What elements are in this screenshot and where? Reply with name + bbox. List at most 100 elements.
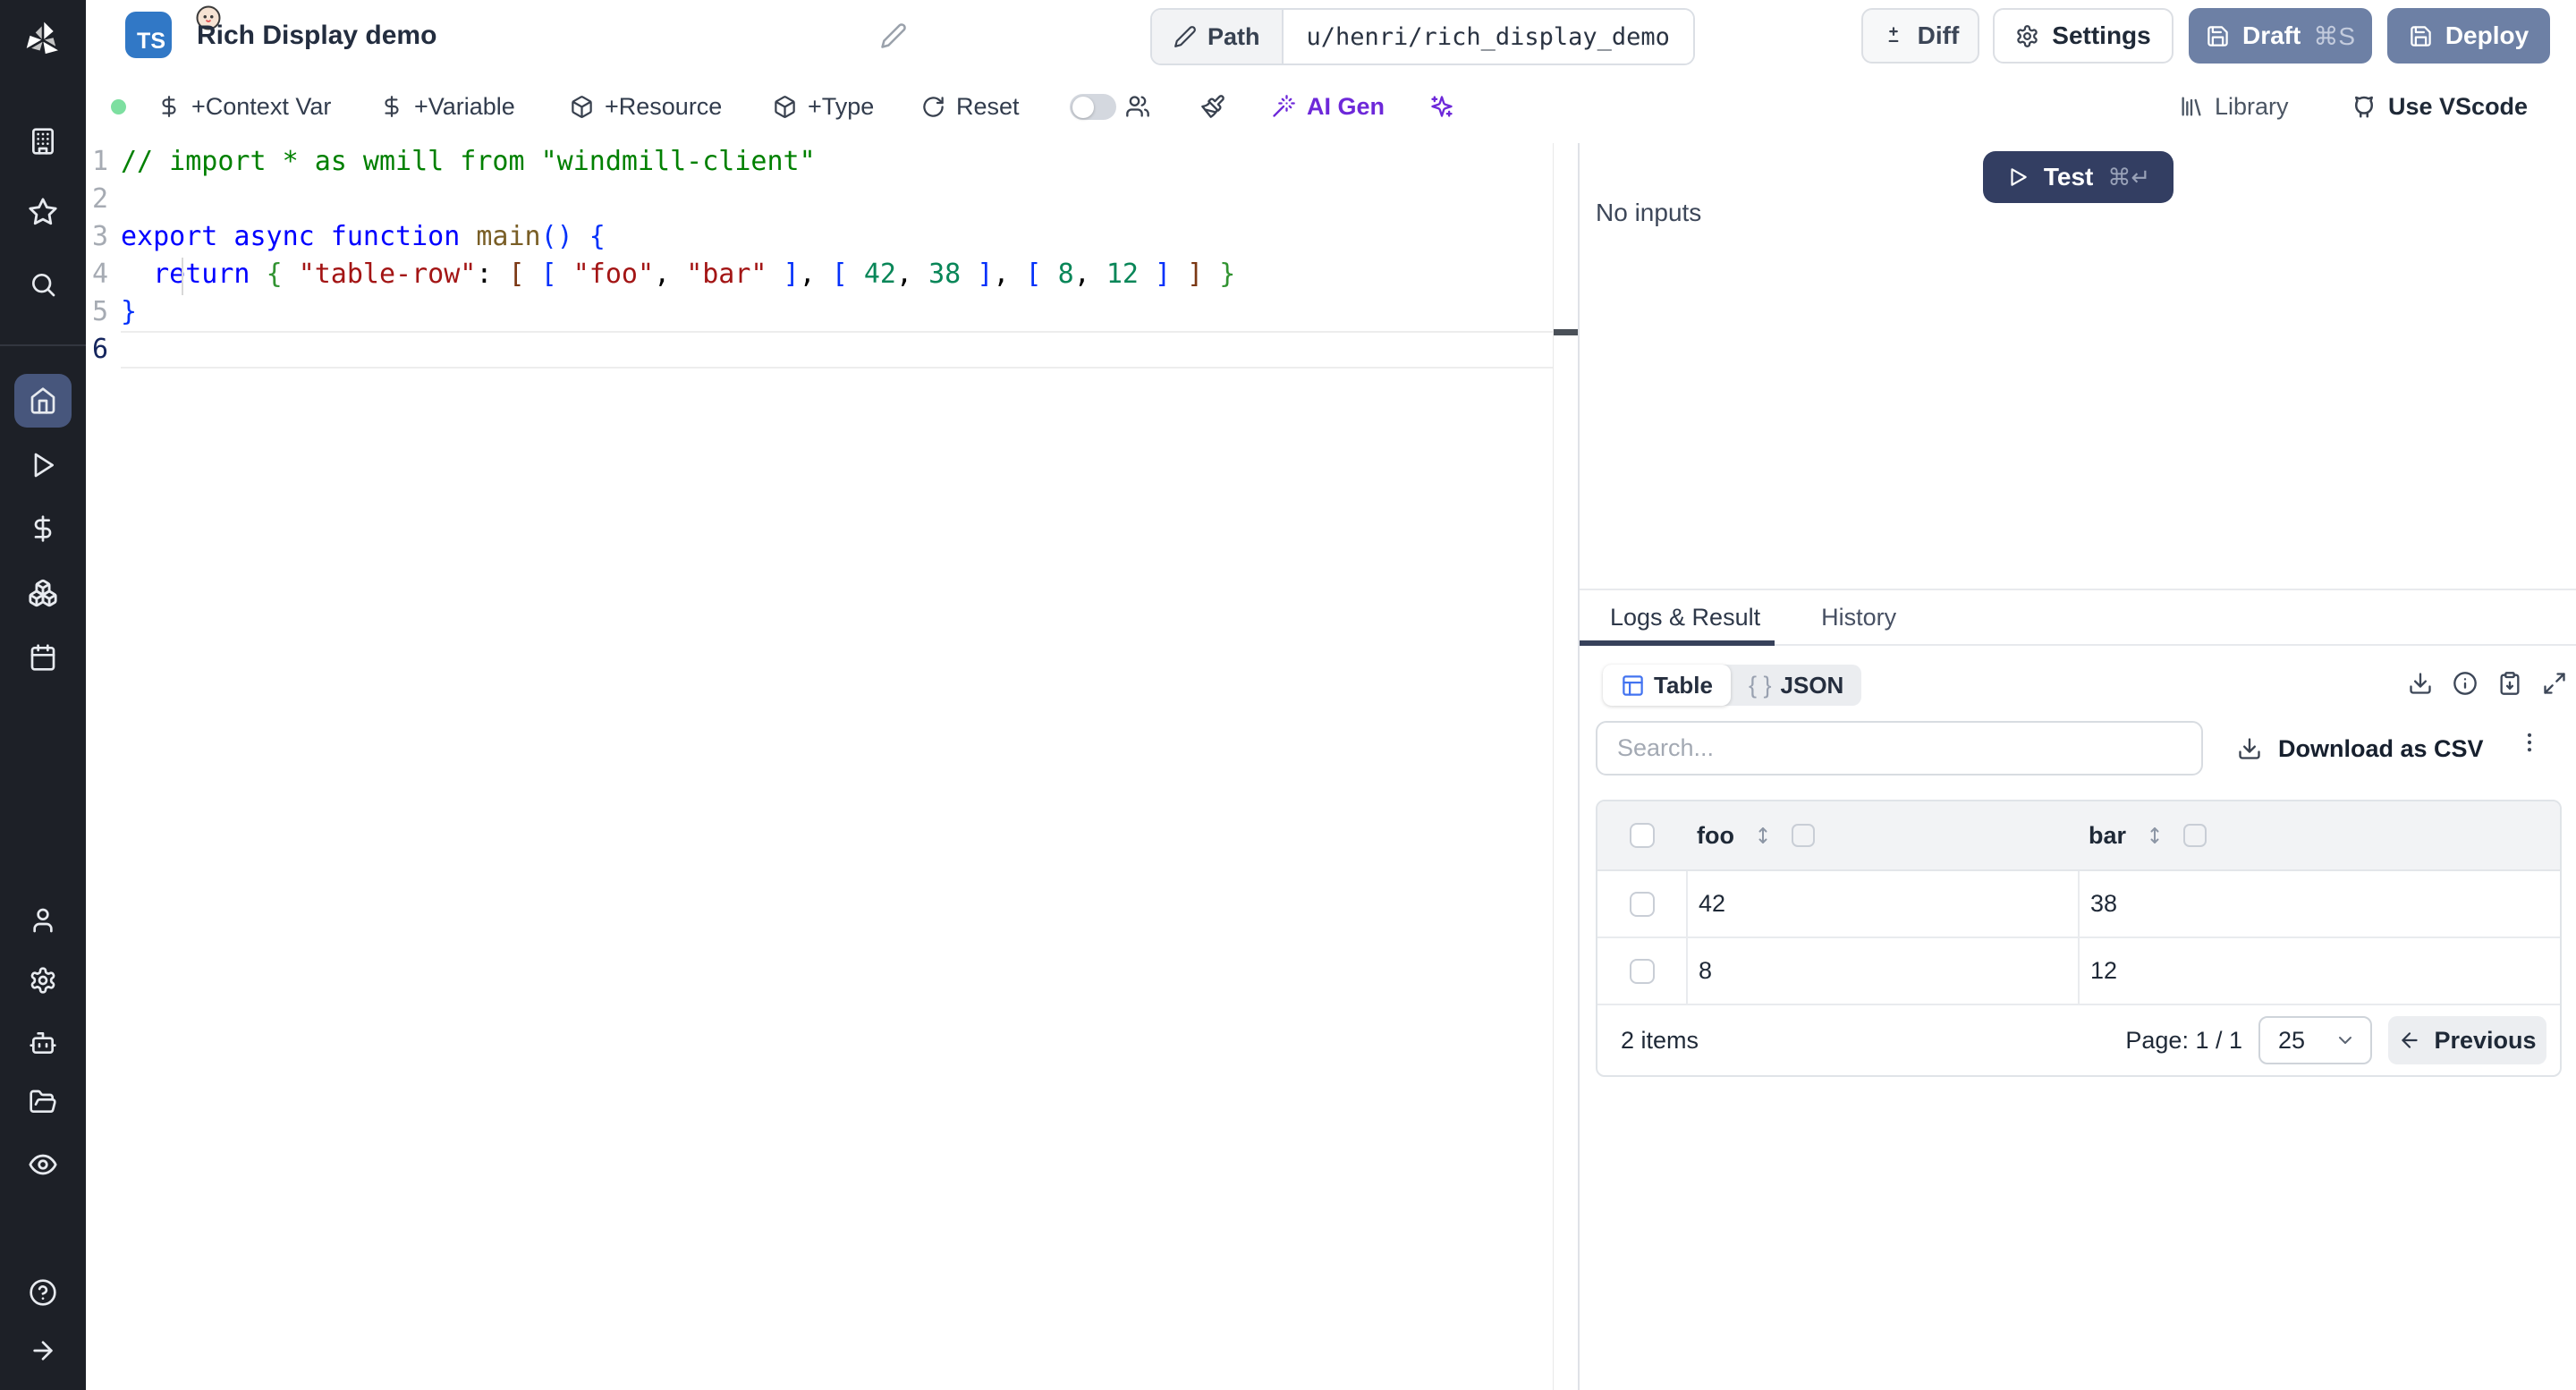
table-row: 8 12 <box>1597 938 2560 1005</box>
edit-title-pencil-icon[interactable] <box>880 22 907 49</box>
row-checkbox[interactable] <box>1629 958 1655 984</box>
code-line[interactable]: 5} <box>86 293 1578 331</box>
search-icon <box>29 270 57 299</box>
sidebar-item-favorites[interactable] <box>0 183 86 241</box>
sidebar-item-home[interactable] <box>0 372 86 429</box>
header: TS Rich Display demo Path u/henri/rich_d… <box>86 0 2576 73</box>
windmill-logo[interactable] <box>20 17 66 64</box>
sidebar-item-help[interactable] <box>0 1264 86 1321</box>
column-header-foo: foo <box>1697 821 1734 849</box>
sidebar-item-settings[interactable] <box>0 952 86 1009</box>
library-icon <box>2179 94 2204 119</box>
sort-icon[interactable] <box>2144 825 2165 846</box>
table-body: 42 38 8 12 <box>1597 871 2560 1005</box>
path-field[interactable]: Path u/henri/rich_display_demo <box>1150 8 1695 65</box>
format-button[interactable] <box>1200 72 1225 141</box>
code-line[interactable]: 6 <box>86 331 1578 369</box>
code-line[interactable]: 4 return { "table-row": [ [ "foo", "bar"… <box>86 256 1578 293</box>
deploy-button[interactable]: Deploy <box>2387 8 2550 64</box>
package-icon <box>570 95 594 119</box>
code-line[interactable]: 3 export async function main() { <box>86 218 1578 256</box>
info-icon[interactable] <box>2453 671 2478 696</box>
star-icon <box>28 197 58 227</box>
play-icon <box>29 451 57 479</box>
sidebar-item-variables[interactable] <box>0 500 86 557</box>
use-vscode-button[interactable]: Use VScode <box>2351 72 2528 141</box>
sparkles-icon-button[interactable] <box>1429 72 1454 141</box>
table-footer: 2 items Page: 1 / 1 25 Previous <box>1597 1005 2560 1075</box>
code-text: // import * as wmill from "windmill-clie… <box>121 146 816 177</box>
bracket-pair-guide <box>182 258 183 295</box>
language-label: TS <box>137 29 165 54</box>
building-icon <box>29 127 57 156</box>
sidebar-item-search[interactable] <box>0 256 86 313</box>
add-resource-button[interactable]: +Resource <box>570 72 722 141</box>
code-text: return { "table-row": [ [ "foo", "bar" ]… <box>153 259 1236 290</box>
test-button[interactable]: Test ⌘↵ <box>1983 151 2174 203</box>
add-context-var-button[interactable]: +Context Var <box>157 72 331 141</box>
line-number: 6 <box>91 334 108 365</box>
code-line[interactable]: 2 <box>86 181 1578 218</box>
reset-button[interactable]: Reset <box>921 72 1020 141</box>
library-button[interactable]: Library <box>2179 72 2289 141</box>
typescript-badge: TS <box>125 5 221 58</box>
sidebar-item-users[interactable] <box>0 892 86 949</box>
code-editor[interactable]: 1 // import * as wmill from "windmill-cli… <box>86 143 1578 1390</box>
sidebar-item-runs[interactable] <box>0 436 86 494</box>
add-type-button[interactable]: +Type <box>773 72 874 141</box>
cubes-icon <box>28 578 58 608</box>
view-switcher: Table { } JSON <box>1603 665 1862 706</box>
page-size-select[interactable]: 25 <box>2258 1016 2372 1064</box>
sidebar-item-workspace[interactable] <box>0 113 86 170</box>
page-indicator: Page: 1 / 1 <box>2125 1026 2242 1054</box>
package-icon <box>773 95 797 119</box>
right-panel: Test ⌘↵ No inputs Logs & Result History … <box>1580 143 2576 1390</box>
code-line[interactable]: 1 // import * as wmill from "windmill-cli… <box>86 143 1578 181</box>
home-icon <box>29 386 57 415</box>
sidebar-item-resources[interactable] <box>0 564 86 622</box>
magic-wand-icon <box>1271 94 1296 119</box>
sidebar-item-workers[interactable] <box>0 1014 86 1072</box>
clipboard-copy-icon[interactable] <box>2497 671 2522 696</box>
pencil-icon <box>1174 25 1197 48</box>
view-table-button[interactable]: Table <box>1603 665 1731 706</box>
diff-mode-toggle[interactable] <box>1070 94 1116 120</box>
cell-foo: 42 <box>1699 890 1726 917</box>
row-checkbox[interactable] <box>1629 891 1655 917</box>
download-csv-button[interactable]: Download as CSV <box>2237 725 2484 773</box>
multiplayer-button[interactable] <box>1125 72 1150 141</box>
expand-icon[interactable] <box>2542 671 2567 696</box>
chevron-down-icon <box>2334 1030 2356 1051</box>
view-json-button[interactable]: { } JSON <box>1731 665 1861 706</box>
select-all-checkbox[interactable] <box>1629 823 1655 848</box>
sidebar-item-schedules[interactable] <box>0 629 86 686</box>
sidebar-item-audit[interactable] <box>0 1136 86 1193</box>
arrow-left-icon <box>2398 1029 2421 1052</box>
sort-icon[interactable] <box>1752 825 1774 846</box>
column-option-toggle[interactable] <box>1791 824 1815 847</box>
settings-button[interactable]: Settings <box>1993 8 2174 64</box>
draft-button[interactable]: Draft ⌘S <box>2189 8 2372 64</box>
cell-bar: 12 <box>2090 957 2118 984</box>
code-text: } <box>121 296 138 327</box>
folder-open-icon <box>29 1088 57 1116</box>
ai-gen-button[interactable]: AI Gen <box>1271 72 1385 141</box>
dollar-icon <box>29 514 57 543</box>
page-title: Rich Display demo <box>197 21 437 50</box>
add-variable-button[interactable]: +Variable <box>380 72 515 141</box>
column-option-toggle[interactable] <box>2183 824 2207 847</box>
sidebar-divider <box>0 344 86 346</box>
download-icon[interactable] <box>2408 671 2433 696</box>
tab-logs-result[interactable]: Logs & Result <box>1580 590 1791 644</box>
braces-icon: { } <box>1748 671 1772 699</box>
search-input[interactable] <box>1596 721 2203 776</box>
octocat-icon <box>2351 93 2377 120</box>
sidebar-item-expand[interactable] <box>0 1322 86 1379</box>
plus-minus-icon <box>1882 24 1905 47</box>
table-header-row: foo bar <box>1597 801 2560 871</box>
kebab-menu-icon[interactable] <box>2517 730 2542 755</box>
diff-button[interactable]: Diff <box>1861 8 1979 64</box>
sidebar-item-folders[interactable] <box>0 1073 86 1131</box>
tab-history[interactable]: History <box>1791 590 1927 644</box>
previous-page-button[interactable]: Previous <box>2388 1016 2546 1064</box>
